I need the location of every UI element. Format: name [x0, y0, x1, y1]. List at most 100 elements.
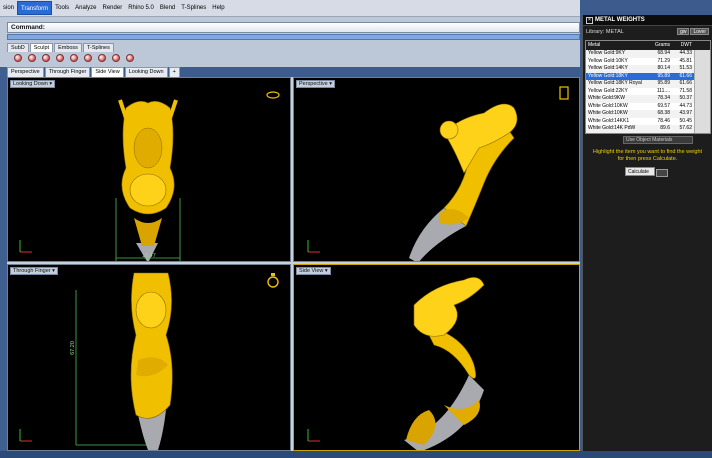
- row-grams: 68.94: [657, 50, 670, 56]
- tab-subd[interactable]: SubD: [7, 43, 29, 52]
- column-metal[interactable]: Metal: [586, 41, 650, 50]
- menu-item-tools[interactable]: Tools: [52, 1, 72, 15]
- sculpt-tool-9-icon[interactable]: [126, 54, 134, 62]
- table-row[interactable]: Yellow Gold:14KY 80.14 51.53: [586, 65, 710, 73]
- menu-item-blend[interactable]: Blend: [157, 1, 178, 15]
- scrollbar[interactable]: [694, 50, 710, 58]
- tab-perspective[interactable]: Perspective: [7, 67, 44, 77]
- library-row: Library: METAL gw Lover: [583, 26, 712, 38]
- table-row-selected[interactable]: Yellow Gold:18KY 95.89 61.66: [586, 72, 710, 80]
- menu-item-rhino5[interactable]: Rhino 5.0: [125, 1, 157, 15]
- table-row[interactable]: Yellow Gold:22KY 111.... 71.58: [586, 87, 710, 95]
- ring-orientation-icon: [267, 273, 279, 288]
- use-object-materials-button[interactable]: Use Object Materials: [623, 135, 693, 144]
- row-grams: 69.57: [657, 102, 670, 109]
- add-viewport-tab-button[interactable]: +: [168, 67, 180, 77]
- left-strip: [0, 17, 7, 451]
- table-row[interactable]: White Gold:9KW 78.34 50.37: [586, 95, 710, 103]
- library-label: Library: METAL: [586, 29, 624, 35]
- menu-item-render[interactable]: Render: [100, 1, 126, 15]
- ring-orientation-icon: [266, 91, 280, 99]
- tab-side-view[interactable]: Side View: [91, 67, 124, 77]
- scrollbar[interactable]: [694, 110, 710, 118]
- scrollbar[interactable]: [694, 125, 710, 133]
- table-row[interactable]: White Gold:14KK1 78.46 50.45: [586, 117, 710, 125]
- scrollbar[interactable]: [694, 95, 710, 103]
- row-dwt: 50.45: [679, 117, 692, 124]
- row-grams: 95.89: [657, 80, 670, 86]
- viewport-label-side-view[interactable]: Side View: [296, 267, 331, 275]
- tab-through-finger[interactable]: Through Finger: [44, 67, 91, 77]
- command-history-bar: [7, 34, 580, 40]
- menu-item-analyze[interactable]: Analyze: [72, 1, 99, 15]
- viewport-label-perspective[interactable]: Perspective: [296, 80, 336, 88]
- scrollbar[interactable]: [694, 102, 710, 110]
- panel-title-text: METAL WEIGHTS: [595, 17, 645, 23]
- table-row[interactable]: Yellow Gold:10KY 71.29 45.81: [586, 57, 710, 65]
- viewport-through-finger[interactable]: Through Finger 67.20: [7, 264, 291, 451]
- viewport-side-view[interactable]: Side View: [293, 264, 580, 451]
- command-prompt[interactable]: Command:: [7, 22, 580, 33]
- tab-tsplines[interactable]: T-Splines: [82, 43, 114, 52]
- taskbar: [0, 451, 712, 458]
- table-row[interactable]: White Gold:10KW 69.57 44.73: [586, 102, 710, 110]
- scrollbar[interactable]: [694, 80, 710, 88]
- hint-text: Highlight the item you want to find the …: [592, 148, 703, 162]
- row-metal: Yellow Gold:18KY: [588, 72, 628, 79]
- sculpt-toolbar: [7, 52, 134, 64]
- scrollbar[interactable]: [694, 87, 710, 95]
- table-row[interactable]: White Gold:10KW 68.38 43.97: [586, 110, 710, 118]
- tab-emboss[interactable]: Emboss: [54, 43, 82, 52]
- row-metal: White Gold:10KW: [588, 102, 628, 109]
- scrollbar[interactable]: [694, 65, 710, 73]
- ring-orientation-icon: [559, 86, 569, 100]
- menu-item-sion[interactable]: sion: [0, 1, 17, 15]
- scrollbar[interactable]: [694, 117, 710, 125]
- sculpt-tool-1-icon[interactable]: [14, 54, 22, 62]
- command-zone: Command: SubD Sculpt Emboss T-Splines: [0, 17, 580, 67]
- sculpt-tool-3-icon[interactable]: [42, 54, 50, 62]
- viewport-label-looking-down[interactable]: Looking Down: [10, 80, 56, 88]
- table-row[interactable]: Yellow Gold:9KY 68.94 44.33: [586, 50, 710, 58]
- table-row[interactable]: Yellow Gold:18KY Royal 95.89 61.66: [586, 80, 710, 88]
- sculpt-tool-6-icon[interactable]: [84, 54, 92, 62]
- calculate-button[interactable]: Calculate: [625, 166, 668, 177]
- row-dwt: 44.73: [679, 102, 692, 109]
- row-metal: Yellow Gold:10KY: [588, 57, 628, 64]
- column-grams[interactable]: Grams: [650, 41, 672, 50]
- viewport-perspective[interactable]: Perspective: [293, 77, 580, 262]
- library-buttons: gw Lover: [677, 28, 709, 35]
- row-dwt: 61.66: [679, 80, 692, 86]
- library-button-lover[interactable]: Lover: [690, 28, 709, 35]
- scrollbar[interactable]: [694, 72, 710, 80]
- tab-sculpt[interactable]: Sculpt: [29, 43, 54, 52]
- viewport-looking-down[interactable]: Looking Down 16.47: [7, 77, 291, 262]
- column-dwt[interactable]: DWT: [672, 41, 694, 50]
- close-icon[interactable]: ×: [586, 17, 593, 24]
- tab-looking-down[interactable]: Looking Down: [124, 67, 168, 77]
- sculpt-tool-4-icon[interactable]: [56, 54, 64, 62]
- menu-item-help[interactable]: Help: [209, 1, 227, 15]
- row-dwt: 50.37: [679, 95, 692, 101]
- sculpt-tool-5-icon[interactable]: [70, 54, 78, 62]
- menu-item-tsplines[interactable]: T-Splines: [178, 1, 209, 15]
- row-metal: Yellow Gold:14KY: [588, 65, 628, 71]
- scrollbar[interactable]: [694, 57, 710, 65]
- pendant-side-render: [404, 277, 485, 450]
- row-grams: 95.89: [657, 72, 670, 79]
- row-grams: 111....: [656, 87, 670, 94]
- library-button-gw[interactable]: gw: [677, 28, 690, 35]
- axis-icon: [307, 240, 320, 253]
- menu-item-transform[interactable]: Transform: [17, 1, 53, 15]
- row-dwt: 51.53: [679, 65, 692, 71]
- row-grams: 71.29: [657, 57, 670, 64]
- table-row[interactable]: White Gold:14K PdW 89.6 57.62: [586, 125, 710, 133]
- viewport-label-through-finger[interactable]: Through Finger: [10, 267, 58, 275]
- axis-icon: [19, 429, 32, 442]
- sculpt-tool-2-icon[interactable]: [28, 54, 36, 62]
- sculpt-tool-8-icon[interactable]: [112, 54, 120, 62]
- row-metal: Yellow Gold:9KY: [588, 50, 626, 56]
- row-dwt: 45.81: [679, 57, 692, 64]
- row-metal: Yellow Gold:22KY: [588, 87, 628, 94]
- sculpt-tool-7-icon[interactable]: [98, 54, 106, 62]
